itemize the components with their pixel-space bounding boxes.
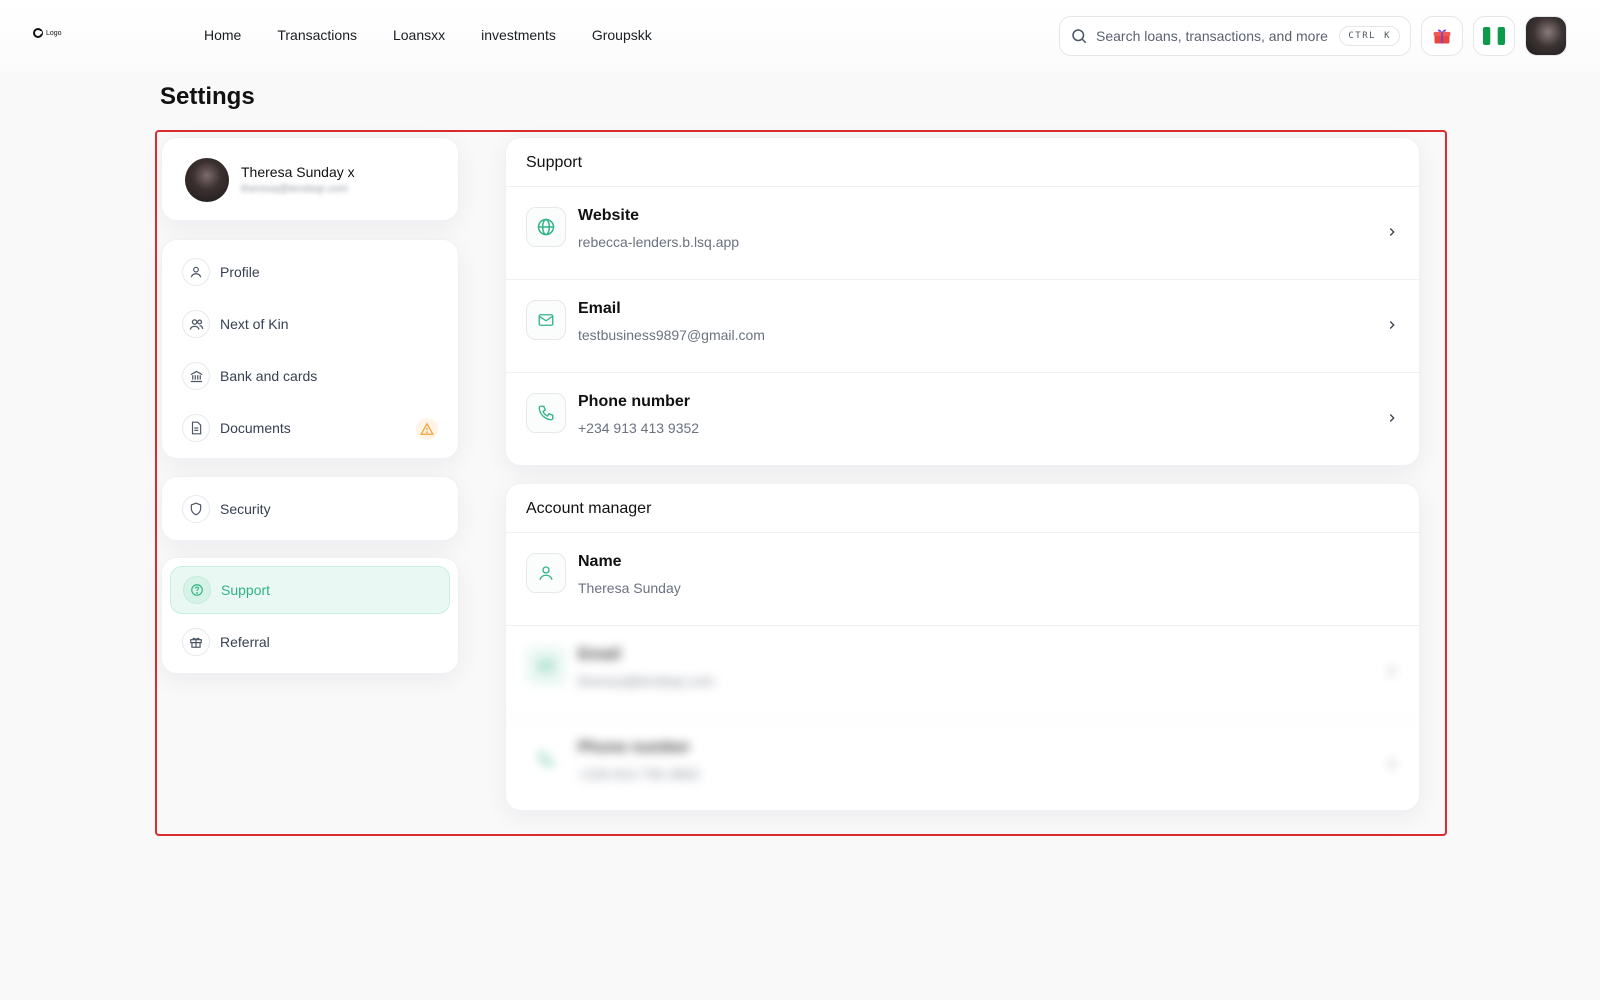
row-title: Email <box>578 646 621 663</box>
country-button[interactable] <box>1473 16 1515 56</box>
nav-home[interactable]: Home <box>204 27 241 43</box>
gift-icon <box>182 628 210 656</box>
menu-label: Security <box>220 501 271 517</box>
users-icon <box>182 310 210 338</box>
support-title: Support <box>506 138 1419 187</box>
user-name: Theresa Sunday x <box>241 164 355 180</box>
search-icon <box>1072 29 1087 44</box>
row-title: Phone number <box>578 393 691 410</box>
menu-item-documents[interactable]: Documents <box>170 404 450 452</box>
manager-name-row: Name Theresa Sunday <box>506 533 1419 626</box>
document-icon <box>182 414 210 442</box>
chevron-right-icon <box>1389 667 1395 675</box>
shortcut-ctrl: CTRL <box>1348 31 1377 41</box>
logo-mark-icon <box>33 28 43 38</box>
phone-icon <box>526 393 566 433</box>
row-title: Phone number <box>578 739 691 756</box>
globe-icon <box>526 207 566 247</box>
account-manager-panel: Account manager Name Theresa Sunday Emai… <box>505 483 1420 811</box>
chevron-right-icon <box>1389 228 1395 236</box>
page-title: Settings <box>160 83 255 110</box>
menu-item-support[interactable]: Support <box>170 566 450 614</box>
help-menu: Support Referral <box>161 557 459 674</box>
row-text: Phone number +234 913 413 9352 <box>578 393 699 436</box>
user-icon <box>182 258 210 286</box>
security-menu: Security <box>161 476 459 541</box>
menu-item-referral[interactable]: Referral <box>170 618 450 666</box>
account-manager-title: Account manager <box>506 484 1419 533</box>
support-email-row[interactable]: Email testbusiness9897@gmail.com <box>506 280 1419 373</box>
chevron-right-icon <box>1389 414 1395 422</box>
warning-icon <box>416 418 438 440</box>
support-panel: Support Website rebecca-lenders.b.lsq.ap… <box>505 137 1420 466</box>
nav-transactions[interactable]: Transactions <box>277 27 357 43</box>
mail-icon <box>526 300 566 340</box>
mail-icon <box>526 646 566 686</box>
menu-item-security[interactable]: Security <box>170 485 450 533</box>
menu-item-profile[interactable]: Profile <box>170 248 450 296</box>
nav-groups[interactable]: Groupskk <box>592 27 652 43</box>
avatar <box>185 158 229 202</box>
personal-menu: Profile Next of Kin Bank and cards Docum… <box>161 239 459 459</box>
phone-icon <box>526 739 566 779</box>
shield-icon <box>182 495 210 523</box>
row-value: +234 913 413 9352 <box>578 420 700 436</box>
user-card: Theresa Sunday x theresa@lendsqr.com <box>161 137 459 221</box>
row-text: Email theresa@lendsqr.com <box>578 646 714 689</box>
menu-label: Documents <box>220 420 291 436</box>
chevron-right-icon <box>1389 760 1395 768</box>
menu-label: Next of Kin <box>220 316 289 332</box>
main-nav: Home Transactions Loansxx investments Gr… <box>204 27 652 43</box>
row-text: Website rebecca-lenders.b.lsq.app <box>578 207 739 250</box>
user-avatar-button[interactable] <box>1525 16 1567 56</box>
row-title: Email <box>578 300 621 317</box>
row-text: Phone number +234 813 756 3663 <box>578 739 699 782</box>
row-title: Name <box>578 553 622 570</box>
row-title: Website <box>578 207 640 224</box>
support-website-row[interactable]: Website rebecca-lenders.b.lsq.app <box>506 187 1419 280</box>
search-shortcut: CTRL K <box>1339 26 1400 46</box>
user-icon <box>526 553 566 593</box>
row-value: rebecca-lenders.b.lsq.app <box>578 234 740 250</box>
menu-label: Profile <box>220 264 260 280</box>
row-value: theresa@lendsqr.com <box>578 673 715 689</box>
search-box[interactable]: CTRL K <box>1059 16 1411 56</box>
row-value: Theresa Sunday <box>578 580 681 596</box>
row-value: +234 813 756 3663 <box>578 766 700 782</box>
shortcut-k: K <box>1384 31 1391 41</box>
menu-label: Referral <box>220 634 270 650</box>
row-text: Name Theresa Sunday <box>578 553 681 596</box>
menu-label: Support <box>221 582 271 598</box>
gift-button[interactable] <box>1421 16 1463 56</box>
gift-icon <box>1433 29 1451 44</box>
nav-investments[interactable]: investments <box>481 27 556 43</box>
user-email: theresa@lendsqr.com <box>241 183 349 195</box>
row-value: testbusiness9897@gmail.com <box>578 327 765 343</box>
manager-email-row[interactable]: Email theresa@lendsqr.com <box>506 626 1419 719</box>
menu-item-next-of-kin[interactable]: Next of Kin <box>170 300 450 348</box>
top-bar: Logo Home Transactions Loansxx investmen… <box>0 0 1600 72</box>
bank-icon <box>182 362 210 390</box>
chevron-right-icon <box>1389 321 1395 329</box>
nigeria-flag-icon <box>1483 27 1505 45</box>
logo-text: Logo <box>46 29 62 37</box>
search-input[interactable] <box>1096 28 1340 44</box>
logo[interactable]: Logo <box>33 28 62 38</box>
menu-item-bank-cards[interactable]: Bank and cards <box>170 352 450 400</box>
row-text: Email testbusiness9897@gmail.com <box>578 300 765 343</box>
help-circle-icon <box>183 576 211 604</box>
support-phone-row[interactable]: Phone number +234 913 413 9352 <box>506 373 1419 465</box>
manager-phone-row[interactable]: Phone number +234 813 756 3663 <box>506 719 1419 810</box>
menu-label: Bank and cards <box>220 368 318 384</box>
nav-loans[interactable]: Loansxx <box>393 27 445 43</box>
